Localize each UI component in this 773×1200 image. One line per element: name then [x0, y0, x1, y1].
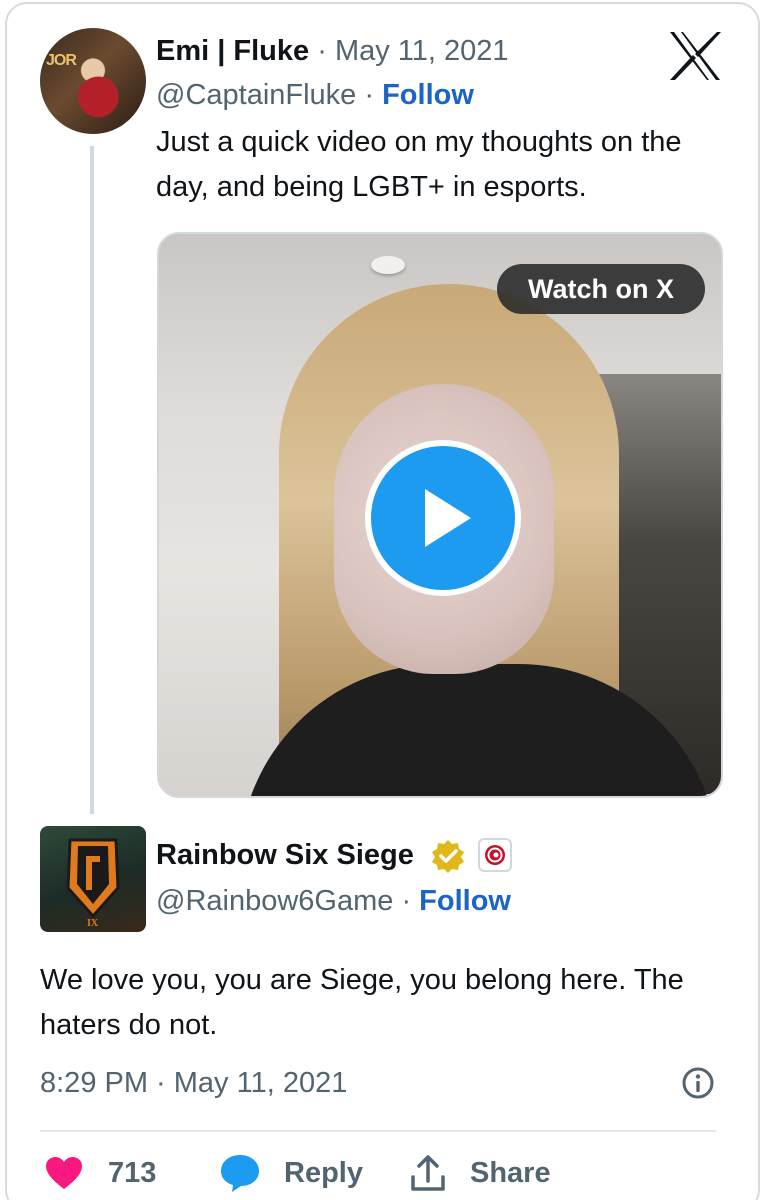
- video-player[interactable]: Watch on X: [157, 232, 723, 798]
- original-tweet-header: Emi | Fluke · May 11, 2021: [156, 32, 509, 70]
- x-logo-icon[interactable]: [666, 30, 724, 82]
- reply-label: Reply: [284, 1156, 363, 1189]
- reply-bubble-icon: [221, 1155, 259, 1192]
- separator-dot: ·: [317, 35, 335, 67]
- original-tweet-text: Just a quick video on my thoughts on the…: [156, 126, 682, 203]
- share-button[interactable]: Share: [410, 1150, 551, 1196]
- main-tweet-timestamp[interactable]: 8:29 PM · May 11, 2021: [40, 1064, 347, 1102]
- play-button[interactable]: [365, 440, 521, 596]
- main-author-handle[interactable]: @Rainbow6Game: [156, 885, 393, 917]
- separator-dot: ·: [401, 885, 420, 917]
- avatar-text: JOR: [46, 52, 77, 69]
- like-button[interactable]: 713: [44, 1150, 156, 1196]
- original-follow-link[interactable]: Follow: [382, 79, 474, 111]
- share-icon: [411, 1155, 445, 1191]
- divider: [40, 1130, 716, 1132]
- original-author-handle[interactable]: @CaptainFluke: [156, 79, 356, 111]
- affiliate-badge-icon[interactable]: [478, 838, 512, 872]
- ubisoft-swirl-icon: [485, 845, 505, 865]
- info-icon[interactable]: [681, 1066, 715, 1100]
- original-tweet-date[interactable]: May 11, 2021: [335, 35, 509, 67]
- watch-on-x-button[interactable]: Watch on X: [497, 264, 705, 314]
- main-follow-link[interactable]: Follow: [419, 885, 511, 917]
- share-label: Share: [470, 1156, 551, 1189]
- video-ceiling-light: [371, 256, 405, 274]
- main-author-avatar[interactable]: IX: [40, 826, 146, 932]
- original-author-name[interactable]: Emi | Fluke: [156, 35, 309, 67]
- separator-dot: ·: [364, 79, 383, 111]
- original-tweet-handle-row: @CaptainFluke · Follow: [156, 76, 474, 114]
- thread-line: [90, 146, 94, 814]
- verified-badge-icon[interactable]: [430, 838, 466, 874]
- main-tweet-handle-row: @Rainbow6Game · Follow: [156, 882, 511, 920]
- main-tweet-text: We love you, you are Siege, you belong h…: [40, 964, 684, 1041]
- rainbow-six-logo-icon: IX: [66, 838, 120, 929]
- play-icon: [425, 489, 471, 547]
- avatar-subtext: IX: [87, 918, 99, 929]
- original-author-avatar[interactable]: JOR: [40, 28, 146, 134]
- heart-icon: [46, 1157, 82, 1189]
- main-author-name[interactable]: Rainbow Six Siege: [156, 836, 414, 874]
- like-count: 713: [108, 1156, 157, 1189]
- reply-button[interactable]: Reply: [218, 1150, 363, 1196]
